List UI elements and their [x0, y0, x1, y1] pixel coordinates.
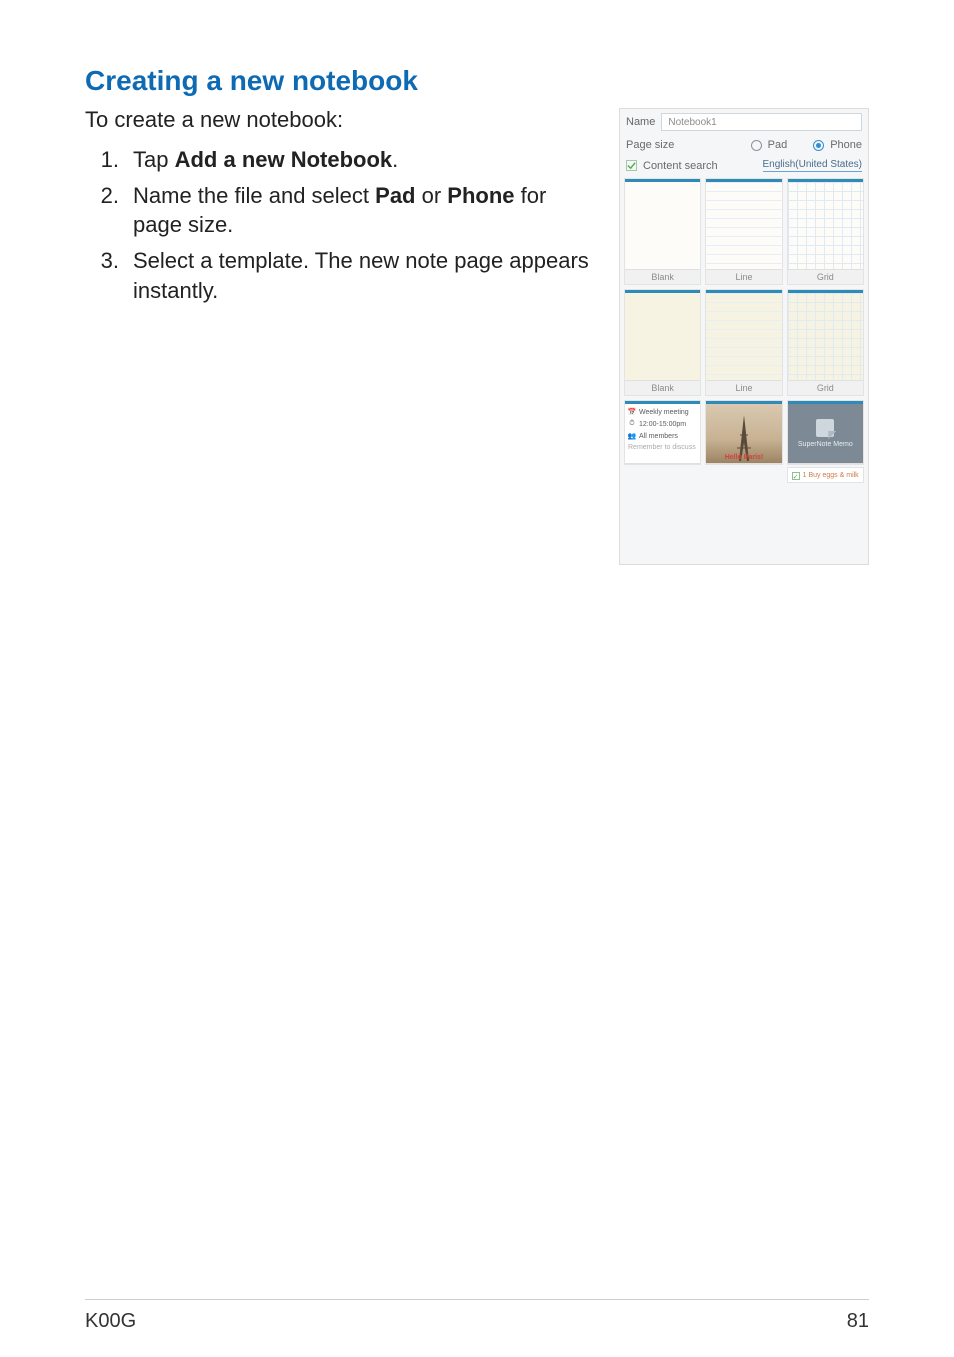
step-number: 3.: [91, 246, 119, 305]
template-label: Grid: [788, 381, 863, 395]
step-text: Select a template. The new note page app…: [133, 246, 600, 305]
template-grid-cream[interactable]: Grid: [787, 289, 864, 396]
page-size-row: Page size Pad Phone: [620, 135, 868, 155]
notebook-name-input[interactable]: [661, 113, 862, 131]
todo-text: 1 Buy eggs & milk: [803, 472, 859, 479]
new-notebook-dialog: Name Page size Pad Phone Content search …: [619, 108, 869, 565]
check-icon: [627, 161, 636, 170]
language-selector[interactable]: English(United States): [763, 159, 863, 172]
clock-icon: ⏱: [628, 420, 636, 428]
template-label: Grid: [788, 270, 863, 284]
section-heading: Creating a new notebook: [85, 65, 869, 97]
content-search-row: Content search English(United States): [620, 155, 868, 176]
template-blank[interactable]: Blank: [624, 178, 701, 285]
step-mid: or: [416, 183, 448, 208]
footer-page-number: 81: [847, 1310, 869, 1333]
template-meeting[interactable]: 📅Weekly meeting ⏱12:00-15:00pm 👥All memb…: [624, 400, 701, 465]
page-size-label: Page size: [626, 139, 674, 151]
template-grid-row2: Blank Line Grid: [620, 287, 868, 398]
meeting-title: Weekly meeting: [639, 409, 689, 416]
step-pre: Name the file and select: [133, 183, 375, 208]
template-blank-cream[interactable]: Blank: [624, 289, 701, 396]
template-label: Line: [706, 270, 781, 284]
calendar-icon: 📅: [628, 408, 636, 416]
page-footer: K00G 81: [85, 1299, 869, 1333]
step-2: 2. Name the file and select Pad or Phone…: [85, 181, 600, 240]
content-search-label: Content search: [643, 160, 718, 172]
template-label: Line: [706, 381, 781, 395]
template-memo[interactable]: SuperNote Memo: [787, 400, 864, 465]
step-pre: Tap: [133, 147, 175, 172]
note-icon: [816, 419, 834, 437]
template-line-cream[interactable]: Line: [705, 289, 782, 396]
template-label: Blank: [625, 270, 700, 284]
content-search-checkbox[interactable]: [626, 160, 637, 171]
template-todo[interactable]: ✓ 1 Buy eggs & milk: [787, 467, 864, 483]
radio-phone-label: Phone: [830, 139, 862, 151]
paris-caption: Hello Paris!: [706, 454, 781, 461]
steps-list: 1. Tap Add a new Notebook. 2. Name the f…: [85, 145, 600, 305]
step-bold: Add a new Notebook: [175, 147, 393, 172]
step-post: .: [392, 147, 398, 172]
template-grid[interactable]: Grid: [787, 178, 864, 285]
name-row: Name: [620, 109, 868, 135]
step-3: 3. Select a template. The new note page …: [85, 246, 600, 305]
template-grid-row1: Blank Line Grid: [620, 176, 868, 287]
meeting-time: 12:00-15:00pm: [639, 421, 686, 428]
template-paris[interactable]: Hello Paris!: [705, 400, 782, 465]
radio-pad[interactable]: [751, 140, 762, 151]
step-1: 1. Tap Add a new Notebook.: [85, 145, 600, 175]
radio-pad-label: Pad: [768, 139, 788, 151]
template-grid-row3: 📅Weekly meeting ⏱12:00-15:00pm 👥All memb…: [620, 398, 868, 467]
meeting-note: Remember to discuss: [628, 444, 696, 451]
people-icon: 👥: [628, 432, 636, 440]
meeting-who: All members: [639, 433, 678, 440]
step-text: Tap Add a new Notebook.: [133, 145, 600, 175]
name-label: Name: [626, 116, 655, 128]
step-text: Name the file and select Pad or Phone fo…: [133, 181, 600, 240]
radio-phone[interactable]: [813, 140, 824, 151]
step-bold: Pad: [375, 183, 415, 208]
step-bold: Phone: [447, 183, 514, 208]
template-line[interactable]: Line: [705, 178, 782, 285]
checkbox-icon: ✓: [792, 472, 800, 480]
step-number: 1.: [91, 145, 119, 175]
footer-model: K00G: [85, 1310, 136, 1333]
memo-label: SuperNote Memo: [798, 441, 853, 448]
step-number: 2.: [91, 181, 119, 240]
template-label: Blank: [625, 381, 700, 395]
template-grid-row3b: ✓ 1 Buy eggs & milk: [620, 467, 868, 485]
